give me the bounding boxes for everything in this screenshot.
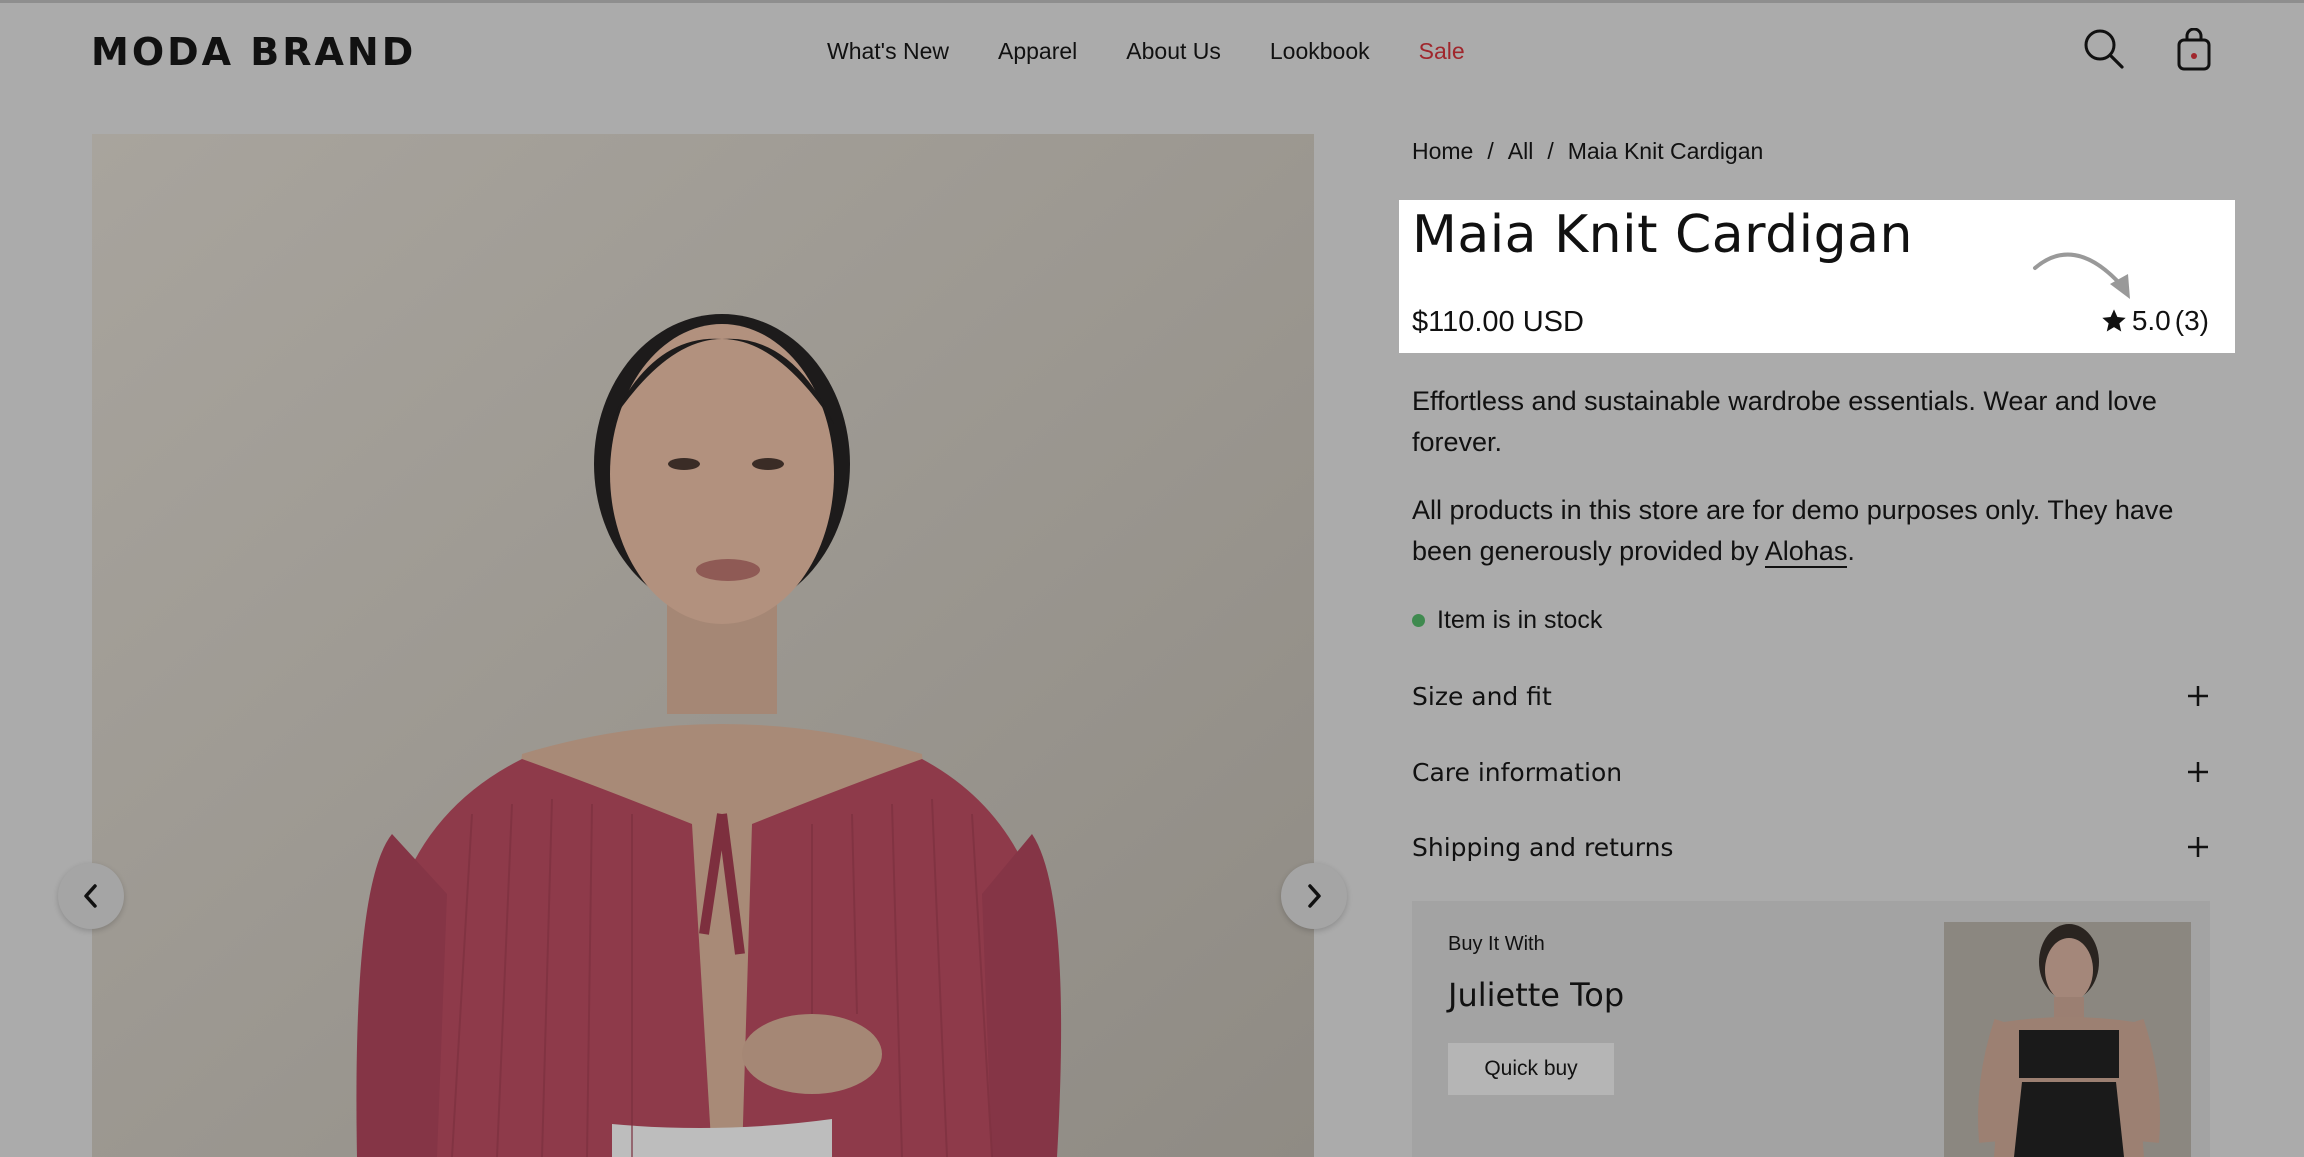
accordion-size-and-fit[interactable]: Size and fit	[1412, 674, 2210, 718]
breadcrumb: Home / All / Maia Knit Cardigan	[1412, 138, 1763, 165]
chevron-right-icon	[1308, 884, 1321, 908]
star-icon	[2102, 309, 2126, 332]
product-description: Effortless and sustainable wardrobe esse…	[1412, 386, 2157, 457]
accordion-label: Size and fit	[1412, 681, 1552, 711]
breadcrumb-separator: /	[1547, 138, 1554, 164]
cart-button[interactable]	[2176, 27, 2212, 76]
related-product-image[interactable]	[1944, 922, 2191, 1157]
quick-buy-button[interactable]: Quick buy	[1448, 1043, 1614, 1095]
main-nav: What's New Apparel About Us Lookbook Sal…	[827, 38, 1514, 65]
plus-icon	[2188, 686, 2208, 706]
breadcrumb-home[interactable]: Home	[1412, 138, 1473, 165]
product-main-image	[92, 134, 1314, 1157]
rating-value: 5.0	[2131, 305, 2171, 336]
annotation-arrow-icon	[2033, 252, 2130, 299]
product-title: Maia Knit Cardigan	[1412, 205, 1913, 265]
nav-item-lookbook[interactable]: Lookbook	[1270, 38, 1370, 65]
plus-icon	[2188, 837, 2208, 857]
breadcrumb-separator: /	[1487, 138, 1494, 164]
chevron-left-icon	[84, 884, 97, 908]
nav-item-sale[interactable]: Sale	[1419, 38, 1465, 65]
review-count: (3)	[2174, 305, 2209, 336]
top-border	[0, 0, 2304, 3]
plus-icon	[2188, 762, 2208, 782]
demo-disclaimer: All products in this store are for demo …	[1412, 490, 2232, 572]
alohas-link[interactable]: Alohas	[1764, 536, 1848, 568]
accordion-shipping-and-returns[interactable]: Shipping and returns	[1412, 825, 2210, 869]
product-rating[interactable]: 5.0 (3)	[2100, 305, 2209, 337]
in-stock-dot-icon	[1412, 614, 1425, 627]
related-product-photo	[1944, 922, 2191, 1157]
product-price: $110.00 USD	[1412, 306, 1584, 338]
gallery-next-button[interactable]	[1281, 863, 1347, 929]
search-button[interactable]	[2083, 28, 2125, 74]
stock-status-text: Item is in stock	[1437, 606, 1603, 634]
product-image-gallery[interactable]	[92, 134, 1314, 1157]
nav-item-apparel[interactable]: Apparel	[998, 38, 1077, 65]
search-icon	[2084, 29, 2124, 69]
stock-status: Item is in stock	[1412, 606, 1602, 635]
breadcrumb-current: Maia Knit Cardigan	[1567, 138, 1764, 164]
breadcrumb-all[interactable]: All	[1508, 138, 1534, 165]
accordion-label: Care information	[1412, 757, 1623, 787]
shopping-bag-icon	[2177, 27, 2211, 71]
gallery-prev-button[interactable]	[58, 863, 124, 929]
buy-it-with-label: Buy It With	[1448, 933, 1545, 955]
nav-item-about-us[interactable]: About Us	[1126, 38, 1221, 65]
brand-logo[interactable]: MODA BRAND	[91, 30, 416, 74]
buy-it-with-card: Buy It With Juliette Top Quick buy	[1412, 901, 2210, 1157]
related-product-title[interactable]: Juliette Top	[1448, 976, 1624, 1014]
accordion-care-information[interactable]: Care information	[1412, 750, 2210, 794]
accordion-label: Shipping and returns	[1412, 832, 1674, 862]
disclaimer-period: .	[1847, 536, 1855, 566]
nav-item-whats-new[interactable]: What's New	[827, 38, 949, 65]
